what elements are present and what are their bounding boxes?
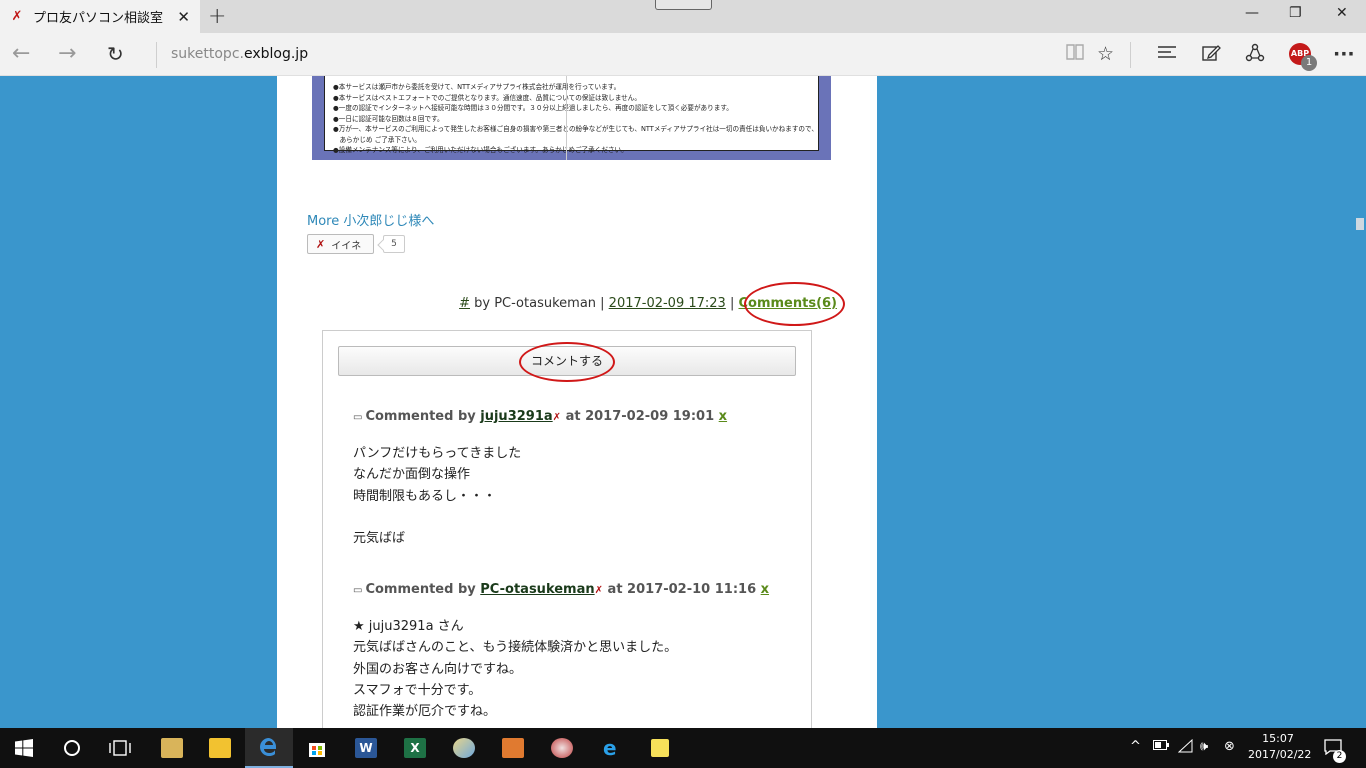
back-button[interactable]: ← (12, 41, 30, 66)
tray-overflow-icon[interactable]: ^ (1130, 739, 1141, 754)
hub-icon[interactable] (1157, 43, 1177, 65)
file-viewer-icon[interactable] (148, 728, 196, 768)
comment-bubble-icon: ▭ (353, 412, 363, 423)
iine-label: イイネ (331, 240, 362, 252)
comment-header: ▭ Commented by PC-otasukeman✗ at 2017-02-… (353, 582, 769, 597)
web-note-icon[interactable] (1201, 43, 1221, 68)
refresh-button[interactable]: ↻ (107, 42, 124, 66)
iine-button[interactable]: ✗ イイネ (307, 234, 374, 254)
task-view-icon[interactable] (96, 728, 144, 768)
commented-by-label: Commented by (365, 409, 481, 424)
iine-count: 5 (383, 235, 405, 253)
notice-line: ●本サービスはベストエフォートでのご提供となります。通信速度、品質についての保証… (333, 93, 641, 102)
scrollbar-thumb[interactable] (1356, 218, 1364, 230)
edge-icon[interactable] (245, 728, 293, 768)
svg-text:e: e (603, 737, 617, 759)
browser-tab[interactable]: ✗ プロ友パソコン相談室 ✕ (0, 0, 200, 33)
comment-bubble-icon: ▭ (353, 585, 363, 596)
comment-header: ▭ Commented by juju3291a✗ at 2017-02-09 1… (353, 409, 727, 424)
more-icon[interactable]: ··· (1333, 43, 1355, 65)
navigation-bar: ← → ↻ sukettopc.exblog.jp ☆ ABP 1 ··· (0, 33, 1366, 76)
notice-text-area: ●本サービスは瀬戸市から委託を受けて、NTTメディアサプライ株式会社が運用を行っ… (324, 76, 819, 154)
new-tab-button[interactable]: + (208, 4, 226, 29)
notice-line: ●本サービスは瀬戸市から委託を受けて、NTTメディアサプライ株式会社が運用を行っ… (333, 83, 621, 91)
clock[interactable]: 15:07 2017/02/22 (1248, 731, 1312, 763)
delete-comment-link[interactable]: x (761, 582, 769, 597)
address-field[interactable]: sukettopc.exblog.jp (171, 46, 308, 62)
minimize-button[interactable]: — (1245, 5, 1259, 21)
address-domain: exblog.jp (243, 46, 309, 62)
close-window-button[interactable]: ✕ (1336, 5, 1348, 21)
battery-icon[interactable] (1153, 739, 1169, 754)
toolbox-icon[interactable] (489, 728, 537, 768)
notification-count: 2 (1333, 750, 1346, 763)
post-date-link[interactable]: 2017-02-09 17:23 (609, 296, 726, 311)
sticky-notes-icon[interactable] (636, 728, 684, 768)
delete-comment-link[interactable]: x (719, 409, 727, 424)
post-author: by PC-otasukeman | (470, 296, 609, 311)
forward-button[interactable]: → (58, 41, 76, 66)
notice-line: ●一日に認証可能な回数は８回です。 (333, 114, 444, 123)
status-x-icon[interactable]: ⊗ (1224, 739, 1235, 754)
site-favicon-icon: ✗ (11, 8, 23, 24)
excel-icon[interactable]: X (391, 728, 439, 768)
tab-title: プロ友パソコン相談室 (33, 11, 164, 26)
comment-timestamp: at 2017-02-09 19:01 (561, 409, 719, 424)
meta-separator: | (725, 296, 739, 311)
toolbar-separator (1130, 42, 1131, 68)
clock-time: 15:07 (1262, 732, 1294, 745)
permalink[interactable]: # (459, 296, 470, 311)
file-explorer-icon[interactable] (196, 728, 244, 768)
author-mark-icon: ✗ (552, 412, 562, 423)
write-comment-button[interactable]: コメントする (338, 346, 796, 376)
wifi-notice-image: ●本サービスは瀬戸市から委託を受けて、NTTメディアサプライ株式会社が運用を行っ… (312, 76, 831, 160)
notice-line: あらかじめ ご了承下さい。 (333, 135, 421, 144)
paint-icon[interactable] (440, 728, 488, 768)
reading-view-icon[interactable] (1065, 43, 1085, 66)
post-meta: # by PC-otasukeman | 2017-02-09 17:23 | … (277, 296, 837, 311)
comment-body: パンフだけもらってきました なんだか面倒な操作 時間制限もあるし・・・ 元気ばば (353, 446, 522, 547)
page-viewport: ●本サービスは瀬戸市から委託を受けて、NTTメディアサプライ株式会社が運用を行っ… (0, 76, 1366, 728)
author-mark-icon: ✗ (594, 585, 604, 596)
windows-start-icon[interactable] (0, 728, 48, 768)
wifi-icon[interactable] (1177, 738, 1194, 757)
comment-author-link[interactable]: juju3291a (480, 409, 552, 424)
commented-by-label: Commented by (365, 582, 481, 597)
comment-timestamp: at 2017-02-10 11:16 (603, 582, 761, 597)
comment-body: ★ juju3291a さん 元気ばばさんのこと、もう接続体験済かと思いました。… (353, 619, 678, 720)
clock-date: 2017/02/22 (1248, 748, 1312, 761)
more-link[interactable]: More 小次郎じじ様へ (307, 210, 434, 229)
tab-close-icon[interactable]: ✕ (177, 8, 190, 26)
address-separator (156, 42, 157, 68)
page-scrollbar[interactable] (1354, 76, 1366, 728)
taskbar: W X e ^ 🕪 ⊗ 15:07 2017/02/22 2 (0, 728, 1366, 768)
notice-line: ●設備メンテナンス等により、ご利用いただけない場合もございます。あらかじめご了承… (333, 146, 628, 154)
blog-page: ●本サービスは瀬戸市から委託を受けて、NTTメディアサプライ株式会社が運用を行っ… (277, 76, 877, 728)
comment-section: コメントする ▭ Commented by juju3291a✗ at 2017-… (322, 330, 812, 728)
notice-line: ●万が一、本サービスのご利用によって発生したお客様ご自身の損害や第三者との紛争な… (333, 125, 818, 133)
restore-button[interactable]: ❐ (1289, 5, 1302, 21)
adblock-count-badge: 1 (1301, 55, 1317, 71)
internet-explorer-icon[interactable]: e (587, 728, 635, 768)
cortana-icon[interactable] (48, 728, 96, 768)
comment-author-link[interactable]: PC-otasukeman (480, 582, 594, 597)
share-icon[interactable] (1245, 43, 1265, 68)
favorite-star-icon[interactable]: ☆ (1097, 43, 1114, 65)
notice-fold-line (566, 76, 567, 160)
game-icon[interactable] (538, 728, 586, 768)
address-prefix: sukettopc. (171, 46, 244, 62)
volume-icon[interactable]: 🕪 (1200, 739, 1208, 754)
comments-link[interactable]: Comments(6) (738, 296, 837, 311)
word-icon[interactable]: W (342, 728, 390, 768)
iine-mark-icon: ✗ (316, 237, 326, 251)
tab-bar: ✗ プロ友パソコン相談室 ✕ + — ❐ ✕ (0, 0, 1366, 33)
notice-line: ●一度の認証でインターネットへ接続可能な時間は３０分間です。３０分以上経過しまし… (333, 104, 733, 112)
window-drag-handle[interactable] (655, 0, 712, 10)
store-icon[interactable] (293, 728, 341, 768)
